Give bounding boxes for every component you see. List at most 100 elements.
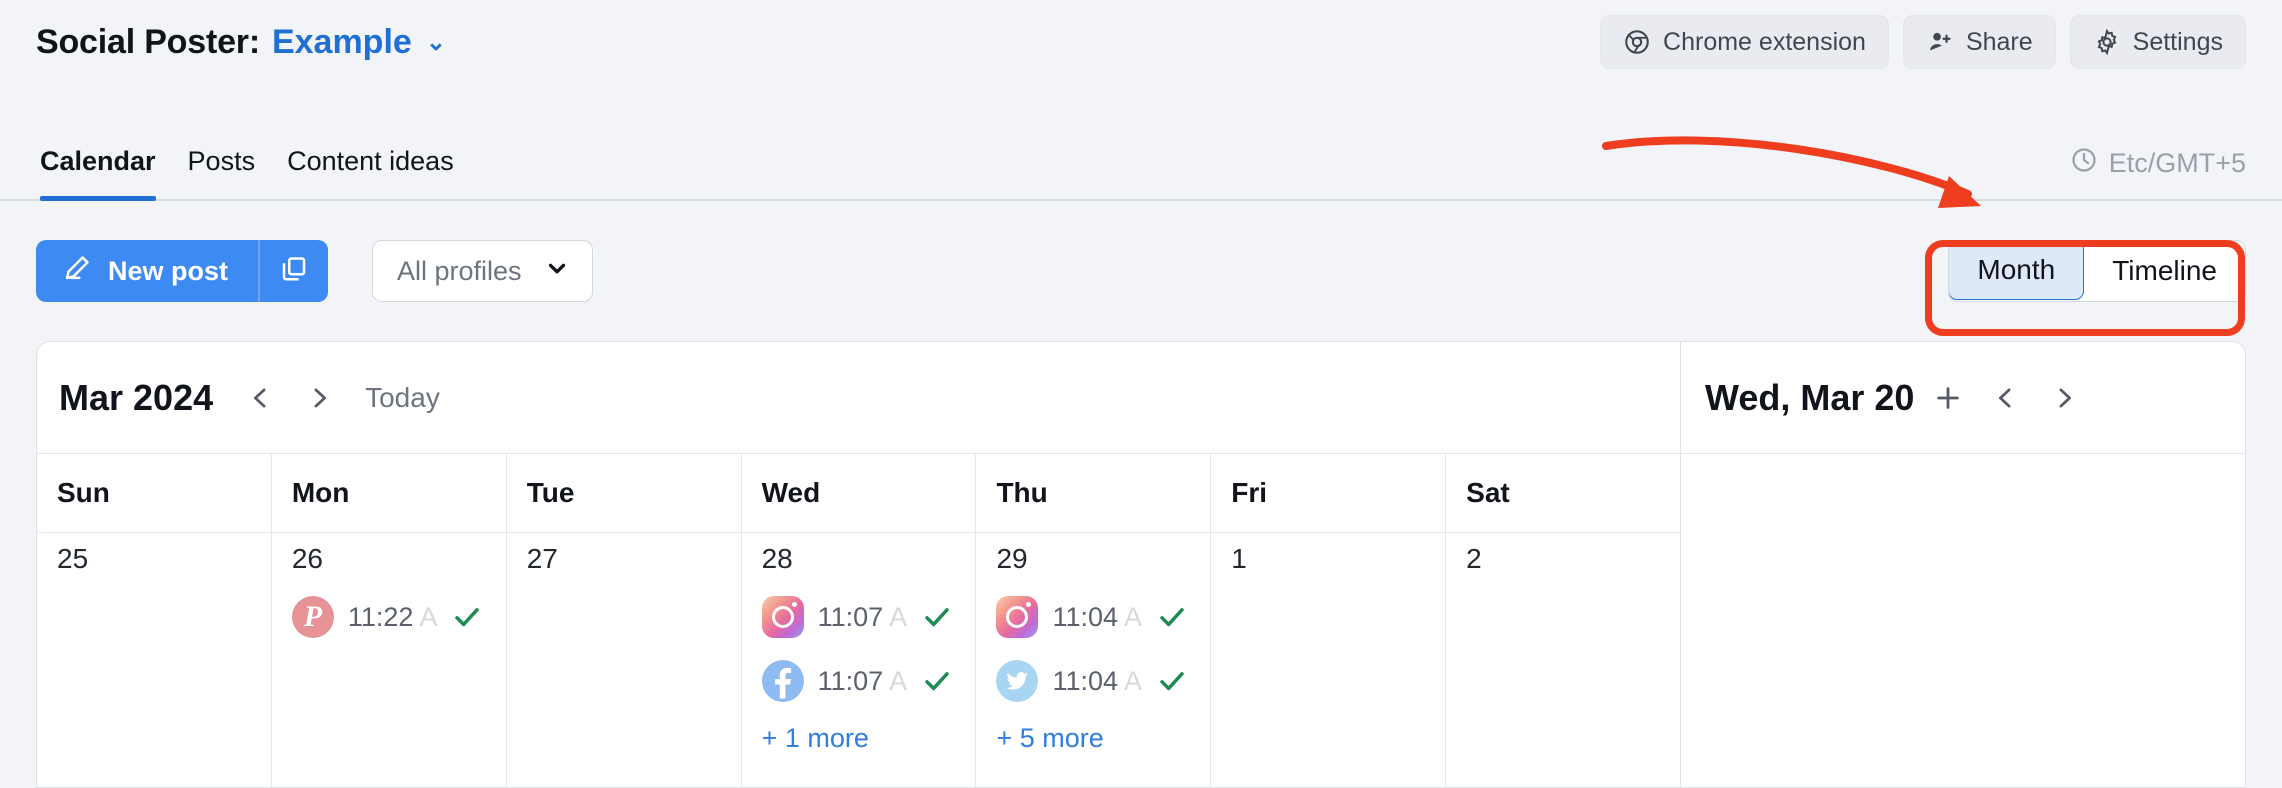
day-cell[interactable]: 26 P 11:22 A [272,533,507,787]
user-plus-icon [1926,28,1954,56]
weekday-sat: Sat [1466,477,1510,508]
tab-bar: Calendar Posts Content ideas Etc/GMT+5 [0,84,2282,201]
day-number: 27 [526,543,558,574]
top-bar: Social Poster: Example ⌄ Chrome extension [0,0,2282,84]
tab-content-ideas[interactable]: Content ideas [271,146,470,199]
day-cell[interactable]: 1 [1211,533,1447,787]
more-events-link[interactable]: + 5 more [996,723,1192,754]
event-time: 11:04 A [1052,665,1143,696]
tab-posts[interactable]: Posts [172,146,272,199]
add-post-button[interactable] [1924,374,1972,422]
profiles-value: All profiles [397,255,522,286]
top-actions: Chrome extension Share Settings [1600,15,2246,69]
copy-icon [279,254,309,289]
view-toggle-month-label: Month [1977,254,2056,285]
weekday-sun: Sun [37,454,272,532]
calendar-event[interactable]: 11:07 A [761,655,958,707]
day-number: 26 [291,543,324,574]
weekday-wed: Wed [742,454,977,532]
weekday-header-row: Sun Mon Tue Wed Thu Fri Sat [37,454,1680,532]
timezone-indicator[interactable]: Etc/GMT+5 [2070,146,2246,199]
tab-posts-label: Posts [187,146,256,176]
chevron-down-icon: ⌄ [425,28,446,56]
day-number: 28 [761,543,793,574]
calendar-month-label: Mar 2024 [59,376,214,418]
day-number: 25 [57,543,89,574]
gear-icon [2093,28,2121,56]
check-icon [1156,665,1188,697]
weekday-thu: Thu [976,454,1212,532]
instagram-icon [761,596,804,638]
event-time: 11:22 A [347,601,438,632]
check-icon [451,601,483,633]
day-number: 2 [1466,543,1482,574]
day-cell[interactable]: 27 [507,533,742,787]
day-number: 1 [1231,543,1247,574]
calendar-panel: Mar 2024 Today Sun Mon Tue Wed Thu Fri S… [36,341,1680,788]
calendar-event[interactable]: 11:04 A [996,655,1192,707]
view-toggle: Month Timeline [1948,240,2246,302]
today-button[interactable]: Today [365,382,440,414]
day-detail-panel: Wed, Mar 20 [1680,341,2246,788]
new-post-group: New post [36,240,329,302]
share-label: Share [1965,27,2033,56]
clock-icon [2070,146,2098,181]
check-icon [921,665,953,697]
duplicate-post-button[interactable] [258,240,329,302]
calendar-prev-button[interactable] [237,374,285,422]
calendar-week-row: 25 26 P 11:22 A 27 28 11:07 A 11:07 A + … [37,532,1680,787]
check-icon [921,601,953,633]
tab-content-ideas-label: Content ideas [287,146,454,176]
calendar-header: Mar 2024 Today [37,342,1680,454]
day-number: 29 [996,543,1028,574]
share-button[interactable]: Share [1902,15,2056,69]
pencil-icon [62,253,92,290]
view-toggle-month[interactable]: Month [1949,241,2085,300]
check-icon [1156,601,1188,633]
day-detail-body [1681,454,2245,787]
app-root: Social Poster: Example ⌄ Chrome extension [0,0,2282,788]
day-next-button[interactable] [2040,374,2088,422]
more-events-link[interactable]: + 1 more [762,723,958,754]
chrome-extension-label: Chrome extension [1663,27,1866,56]
day-detail-title: Wed, Mar 20 [1705,376,1915,418]
weekday-mon: Mon [272,454,507,532]
day-cell[interactable]: 25 [37,533,272,787]
event-time: 11:04 A [1052,601,1143,632]
weekday-tue: Tue [507,454,742,532]
page-title: Social Poster: [36,22,260,61]
twitter-icon [996,660,1039,702]
day-detail-header: Wed, Mar 20 [1681,342,2245,454]
instagram-icon [996,596,1039,638]
pinterest-icon: P [291,596,334,638]
day-prev-button[interactable] [1982,374,2030,422]
new-post-button[interactable]: New post [36,240,259,302]
chevron-down-icon [544,255,570,288]
event-time: 11:07 A [817,665,908,696]
day-cell[interactable]: 29 11:04 A 11:04 A + 5 more [976,533,1212,787]
project-selector[interactable]: Example ⌄ [272,23,446,62]
settings-button[interactable]: Settings [2069,15,2246,69]
project-name: Example [271,22,412,61]
day-cell[interactable]: 28 11:07 A 11:07 A + 1 more [742,533,977,787]
toolbar: New post All profiles Month Timeline [0,201,2282,341]
calendar-event[interactable]: 11:07 A [761,591,958,643]
view-toggle-timeline-label: Timeline [2112,255,2217,286]
tab-calendar-label: Calendar [40,146,156,176]
profiles-dropdown[interactable]: All profiles [372,240,593,302]
tabs: Calendar Posts Content ideas [36,146,470,201]
chrome-extension-button[interactable]: Chrome extension [1600,15,1889,69]
day-cell[interactable]: 2 [1446,533,1680,787]
calendar-event[interactable]: 11:04 A [996,591,1192,643]
weekday-fri: Fri [1211,454,1447,532]
timezone-label: Etc/GMT+5 [2108,148,2246,178]
settings-label: Settings [2132,27,2223,56]
facebook-icon [761,660,804,702]
main-panels: Mar 2024 Today Sun Mon Tue Wed Thu Fri S… [36,341,2246,788]
new-post-label: New post [108,255,229,286]
calendar-event[interactable]: P 11:22 A [291,591,488,643]
calendar-next-button[interactable] [295,374,343,422]
view-toggle-timeline[interactable]: Timeline [2084,241,2245,301]
event-time: 11:07 A [817,601,908,632]
tab-calendar[interactable]: Calendar [36,146,172,201]
